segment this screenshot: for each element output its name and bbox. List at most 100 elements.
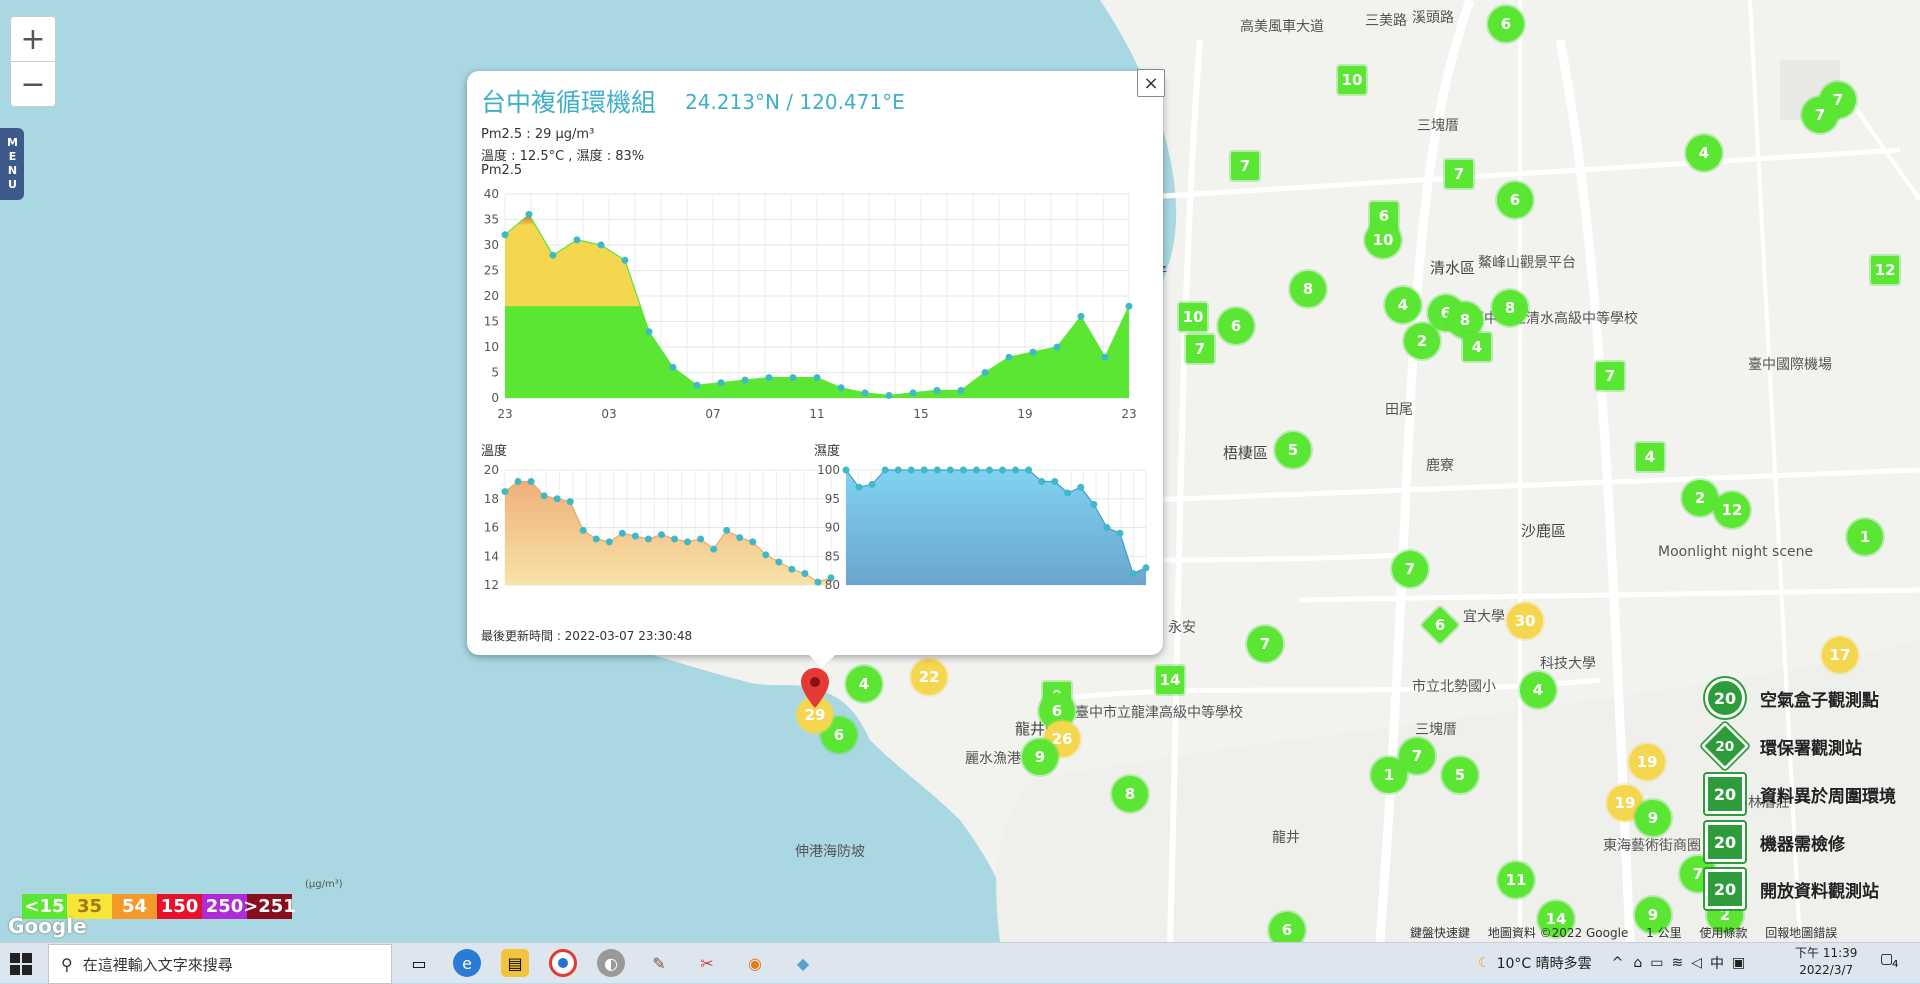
marker-value: 8 bbox=[1302, 280, 1314, 298]
volume-icon[interactable]: ◁ bbox=[1691, 955, 1702, 971]
pm25-station-marker[interactable]: 30 bbox=[1507, 603, 1543, 639]
task-view-icon[interactable]: ▭ bbox=[405, 949, 433, 977]
battery-icon[interactable]: ▭ bbox=[1650, 955, 1663, 971]
chevron-up-icon[interactable]: ^ bbox=[1612, 955, 1624, 971]
taskbar-search-input[interactable]: ⚲ 在這裡輸入文字來搜尋 bbox=[48, 944, 392, 984]
wifi-icon[interactable]: ≋ bbox=[1671, 955, 1683, 971]
pm25-station-marker[interactable]: 4 bbox=[1385, 287, 1421, 323]
pm25-station-marker[interactable]: 19 bbox=[1629, 744, 1665, 780]
marker-value: 9 bbox=[1034, 748, 1046, 766]
pm25-station-marker[interactable]: 4 bbox=[1636, 443, 1664, 471]
pm25-station-marker[interactable]: 9 bbox=[1022, 739, 1058, 775]
zoom-in-button[interactable]: + bbox=[10, 16, 56, 62]
data-point bbox=[855, 483, 863, 491]
data-point bbox=[1053, 343, 1061, 351]
data-point bbox=[907, 466, 915, 474]
menu-tab[interactable]: MENU bbox=[0, 128, 24, 200]
pm25-station-marker[interactable]: 6 bbox=[1488, 6, 1524, 42]
pm25-station-marker[interactable]: 7 bbox=[1392, 551, 1428, 587]
app-icon-compass[interactable]: ◐ bbox=[597, 949, 625, 977]
report-error-link[interactable]: 回報地圖錯誤 bbox=[1765, 926, 1837, 940]
pm25-station-marker[interactable]: 2 bbox=[1404, 323, 1440, 359]
meet-now-icon[interactable]: ⌂ bbox=[1633, 955, 1642, 971]
blender-icon[interactable]: ◉ bbox=[741, 949, 769, 977]
pm25-station-marker[interactable]: 7 bbox=[1596, 362, 1624, 390]
data-point bbox=[579, 526, 587, 534]
pm25-station-marker[interactable]: 4 bbox=[1463, 333, 1491, 361]
file-explorer-icon[interactable]: ▤ bbox=[501, 949, 529, 977]
map-place-label: 三美路 bbox=[1365, 13, 1407, 29]
pm25-station-marker[interactable]: 6 bbox=[1269, 912, 1305, 942]
data-point bbox=[985, 466, 993, 474]
windows-start-icon[interactable] bbox=[10, 953, 32, 975]
pm25-station-marker[interactable]: 9 bbox=[1635, 800, 1671, 836]
app-icon-snipping[interactable]: ✂ bbox=[693, 949, 721, 977]
marker-value: 4 bbox=[1698, 144, 1710, 162]
data-point bbox=[909, 389, 917, 397]
pm25-station-marker[interactable]: 6 bbox=[1497, 182, 1533, 218]
pm25-station-marker[interactable]: 7 bbox=[1247, 626, 1283, 662]
app-icon-box[interactable]: ◆ bbox=[789, 949, 817, 977]
pm25-station-marker[interactable]: 10 bbox=[1365, 222, 1401, 258]
keyboard-shortcuts-link[interactable]: 鍵盤快速鍵 bbox=[1410, 926, 1470, 940]
x-tick-label: 07 bbox=[705, 407, 720, 421]
pm25-station-marker[interactable]: 7 bbox=[1802, 97, 1838, 133]
clock-time: 下午 11:39 bbox=[1795, 946, 1858, 960]
map-place-label: 市立北勢國小 bbox=[1412, 679, 1496, 695]
terms-link[interactable]: 使用條款 bbox=[1699, 926, 1747, 940]
marker-value: 4 bbox=[1471, 338, 1483, 356]
marker-value: 26 bbox=[1051, 730, 1073, 748]
pm25-station-marker[interactable]: 8 bbox=[1290, 271, 1326, 307]
weather-text[interactable]: 10°C 晴時多雲 bbox=[1497, 953, 1592, 973]
pm25-station-marker[interactable]: 7 bbox=[1186, 335, 1214, 363]
data-point bbox=[801, 570, 809, 577]
pm25-station-marker[interactable]: 5 bbox=[1442, 757, 1478, 793]
selected-station-pin-icon[interactable] bbox=[801, 668, 829, 708]
y-tick-label: 25 bbox=[484, 264, 499, 278]
search-icon: ⚲ bbox=[61, 954, 73, 974]
ime-mode-icon[interactable]: ▣ bbox=[1732, 955, 1745, 971]
pm25-station-marker[interactable]: 12 bbox=[1871, 256, 1899, 284]
pm25-station-marker[interactable]: 10 bbox=[1338, 66, 1366, 94]
chrome-browser-icon[interactable] bbox=[549, 949, 577, 977]
pm25-station-marker[interactable]: 4 bbox=[1686, 135, 1722, 171]
app-icon-gimp[interactable]: ✎ bbox=[645, 949, 673, 977]
pm25-station-marker[interactable]: 10 bbox=[1179, 303, 1207, 331]
pm25-station-marker[interactable]: 17 bbox=[1822, 637, 1858, 673]
marker-value: 2 bbox=[1416, 332, 1428, 350]
pm25-station-marker[interactable]: 1 bbox=[1847, 519, 1883, 555]
pm25-station-marker[interactable]: 5 bbox=[1275, 432, 1311, 468]
pm25-station-marker[interactable]: 7 bbox=[1445, 160, 1473, 188]
notification-center-icon[interactable]: ▢ 4 bbox=[1880, 951, 1904, 975]
zoom-out-button[interactable]: − bbox=[10, 61, 56, 107]
pm25-station-marker[interactable]: 22 bbox=[911, 659, 947, 695]
data-point bbox=[592, 535, 600, 543]
edge-browser-icon[interactable]: e bbox=[453, 949, 481, 977]
pm25-station-marker[interactable]: 8 bbox=[1492, 290, 1528, 326]
x-tick-label: 23 bbox=[1121, 407, 1136, 421]
pm25-station-marker[interactable]: 11 bbox=[1498, 862, 1534, 898]
pm25-station-marker[interactable]: 4 bbox=[1520, 672, 1556, 708]
y-tick-label: 20 bbox=[484, 289, 499, 303]
pm25-station-marker[interactable]: 14 bbox=[1156, 666, 1184, 694]
taskbar-clock[interactable]: 下午 11:39 2022/3/7 bbox=[1795, 945, 1857, 979]
data-point bbox=[1077, 483, 1085, 491]
pm25-station-marker[interactable]: 8 bbox=[1112, 776, 1148, 812]
pm25-station-marker[interactable]: 4 bbox=[846, 666, 882, 702]
ime-indicator[interactable]: 中 bbox=[1710, 953, 1724, 973]
pm25-station-marker[interactable]: 7 bbox=[1231, 152, 1259, 180]
pm25-station-marker[interactable]: 12 bbox=[1714, 492, 1750, 528]
station-legend-rect-icon: 20 bbox=[1705, 869, 1745, 909]
popup-close-button[interactable]: × bbox=[1137, 69, 1165, 97]
y-tick-label: 40 bbox=[484, 187, 499, 201]
data-point bbox=[1029, 348, 1037, 356]
pm25-station-marker[interactable]: 6 bbox=[1218, 308, 1254, 344]
station-popup: 台中複循環機組 24.213°N / 120.471°E Pm2.5 : 29 … bbox=[467, 71, 1163, 655]
pm25-station-marker[interactable]: 2 bbox=[1682, 480, 1718, 516]
marker-value: 4 bbox=[1532, 681, 1544, 699]
marker-value: 7 bbox=[1453, 165, 1465, 183]
station-legend-icon-value: 20 bbox=[1715, 737, 1735, 755]
marker-value: 7 bbox=[1259, 635, 1271, 653]
weather-icon[interactable]: ☾ bbox=[1478, 955, 1491, 971]
pm25-station-marker[interactable]: 7 bbox=[1399, 738, 1435, 774]
